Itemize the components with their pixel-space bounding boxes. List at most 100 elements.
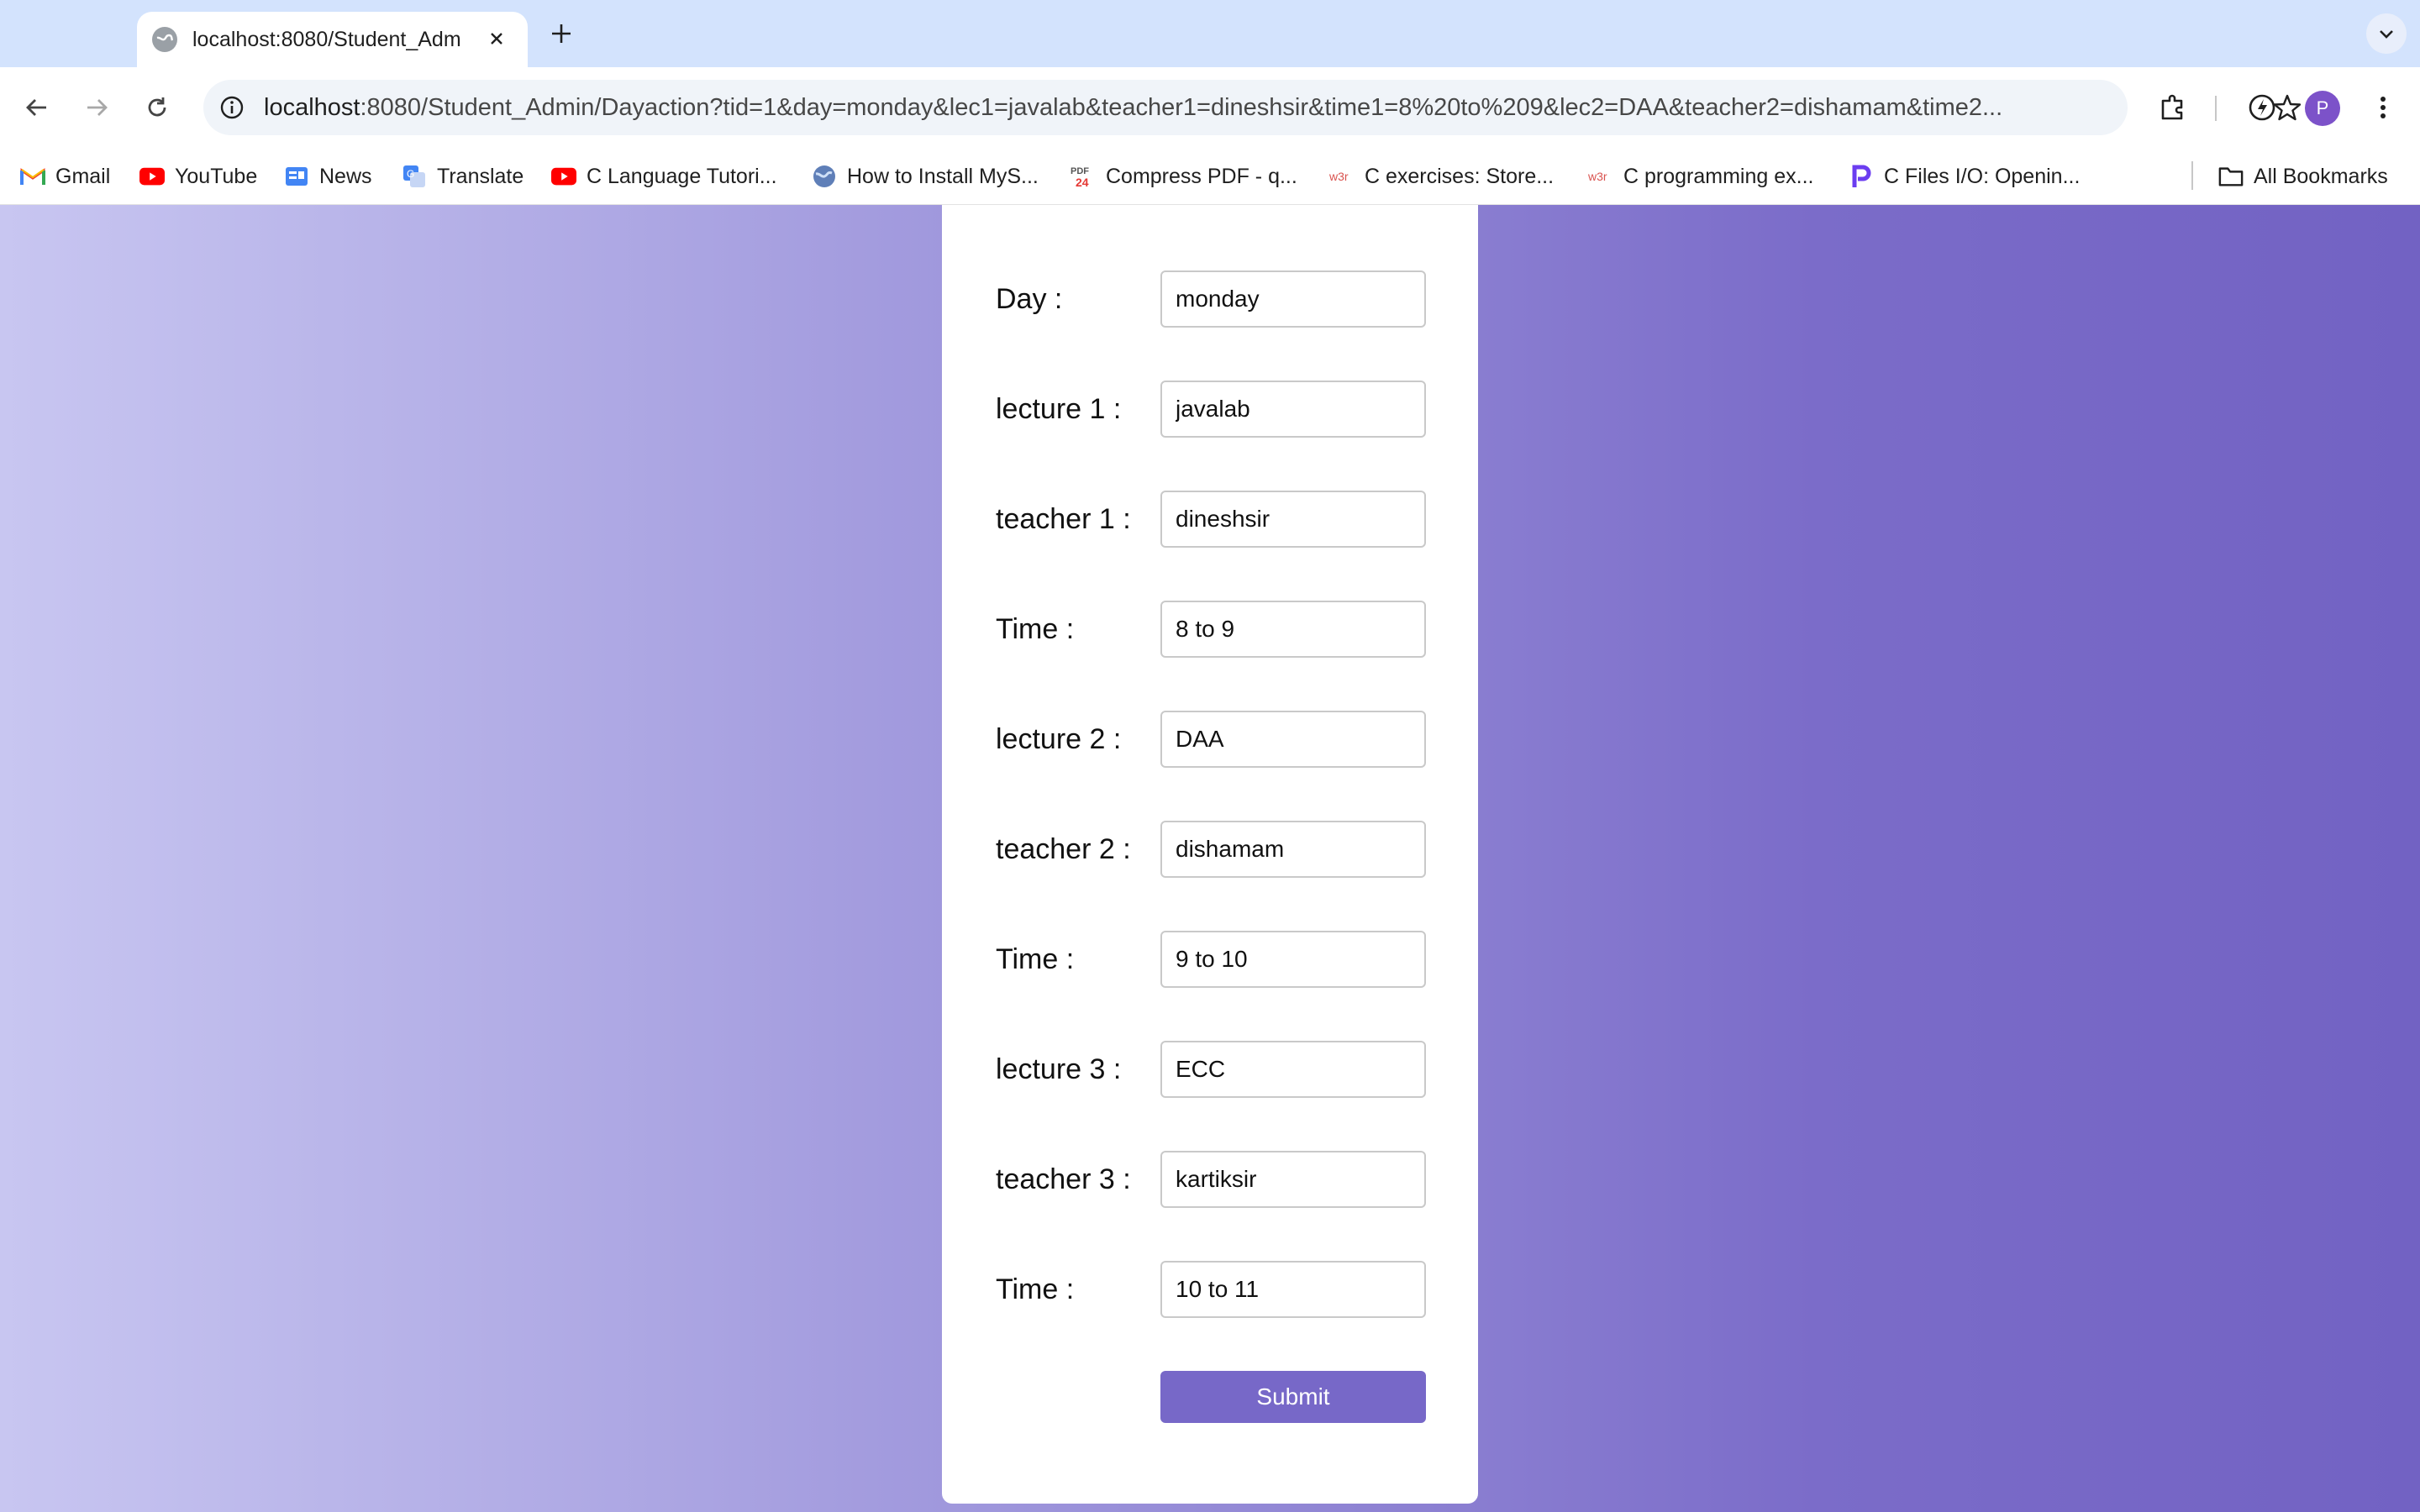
url-host: localhost	[264, 94, 360, 121]
time-3-label: Time :	[996, 1273, 1075, 1305]
site-info-icon[interactable]	[215, 91, 249, 124]
bookmark-c-programming-ex[interactable]: w3r C programming ex...	[1588, 160, 1813, 193]
form-row-time-1: Time :	[996, 601, 1433, 658]
bookmark-label: C Language Tutori...	[587, 164, 777, 188]
arrow-right-icon	[87, 99, 108, 116]
address-bar[interactable]: localhost:8080/Student_Admin/Dayaction?t…	[203, 80, 2302, 135]
plus-icon	[552, 24, 571, 43]
bookmark-label: Translate	[437, 164, 524, 188]
folder-icon	[2218, 164, 2244, 189]
teacher-3-label: teacher 3 :	[996, 1163, 1131, 1195]
time-1-input[interactable]	[1160, 601, 1426, 658]
gmail-icon	[20, 164, 45, 189]
close-icon[interactable]	[481, 24, 512, 54]
new-tab-button[interactable]	[544, 17, 578, 50]
bookmark-label: C programming ex...	[1623, 164, 1814, 188]
w3r-icon: w3r	[1588, 164, 1613, 189]
bookmark-label: C exercises: Store...	[1365, 164, 1555, 188]
teacher-2-label: teacher 2 :	[996, 833, 1131, 865]
bookmark-c-language-tutorial[interactable]: C Language Tutori...	[551, 160, 777, 193]
performance-button[interactable]	[2242, 87, 2282, 128]
programiz-icon	[1849, 164, 1874, 189]
page-background: Day : lecture 1 : teacher 1 : Time : lec…	[0, 205, 2420, 1512]
puzzle-icon	[2161, 94, 2183, 120]
profile-avatar[interactable]: P	[2305, 91, 2340, 126]
teacher-2-input[interactable]	[1160, 821, 1426, 878]
day-label: Day :	[996, 283, 1063, 315]
bookmark-label: News	[319, 164, 372, 188]
back-button[interactable]	[17, 87, 57, 128]
browser-tab[interactable]: localhost:8080/Student_Adm	[137, 12, 528, 67]
day-input[interactable]	[1160, 270, 1426, 328]
w3r-icon: w3r	[1329, 164, 1355, 189]
speedometer-icon	[2249, 94, 2275, 121]
svg-text:G: G	[407, 168, 414, 180]
news-icon	[284, 164, 309, 189]
kebab-menu-icon	[2381, 97, 2386, 118]
time-2-input[interactable]	[1160, 931, 1426, 988]
svg-text:w3r: w3r	[1588, 170, 1607, 183]
time-1-label: Time :	[996, 613, 1075, 645]
lecture-2-input[interactable]	[1160, 711, 1426, 768]
bookmark-label: C Files I/O: Openin...	[1884, 164, 2081, 188]
form-row-teacher-3: teacher 3 :	[996, 1151, 1433, 1208]
tab-strip: localhost:8080/Student_Adm	[0, 0, 2420, 67]
bookmark-label: YouTube	[175, 164, 258, 188]
menu-button[interactable]	[2363, 87, 2403, 128]
arrow-left-icon	[26, 99, 46, 116]
url-text[interactable]: localhost:8080/Student_Admin/Dayaction?t…	[264, 80, 2012, 135]
bookmark-news[interactable]: News	[284, 160, 372, 193]
form-row-time-2: Time :	[996, 931, 1433, 988]
bookmark-install-mysql[interactable]: How to Install MyS...	[812, 160, 1039, 193]
submit-button[interactable]: Submit	[1160, 1371, 1426, 1423]
bookmark-translate[interactable]: G Translate	[402, 160, 523, 193]
teacher-3-input[interactable]	[1160, 1151, 1426, 1208]
svg-text:24: 24	[1076, 176, 1089, 189]
form-row-day: Day :	[996, 270, 1433, 328]
form-row-teacher-2: teacher 2 :	[996, 821, 1433, 878]
lecture-1-label: lecture 1 :	[996, 393, 1122, 425]
toolbar-divider	[2215, 96, 2217, 121]
reload-button[interactable]	[137, 87, 177, 128]
svg-text:w3r: w3r	[1329, 170, 1349, 183]
form-row-lecture-1: lecture 1 :	[996, 381, 1433, 438]
bookmarks-bar: Gmail YouTube News G Translate C Languag…	[0, 148, 2420, 205]
bookmark-label: Gmail	[55, 164, 111, 188]
forward-button[interactable]	[76, 87, 117, 128]
youtube-icon	[139, 164, 165, 189]
browser-toolbar: localhost:8080/Student_Admin/Dayaction?t…	[0, 67, 2420, 148]
timetable-form-card: Day : lecture 1 : teacher 1 : Time : lec…	[942, 205, 1478, 1504]
youtube-icon	[551, 164, 576, 189]
lecture-3-input[interactable]	[1160, 1041, 1426, 1098]
form-row-teacher-1: teacher 1 :	[996, 491, 1433, 548]
bookmark-label: How to Install MyS...	[847, 164, 1039, 188]
form-row-time-3: Time :	[996, 1261, 1433, 1318]
form-row-lecture-3: lecture 3 :	[996, 1041, 1433, 1098]
globe-icon	[812, 164, 837, 189]
extensions-button[interactable]	[2153, 87, 2193, 128]
bookmark-gmail[interactable]: Gmail	[20, 160, 110, 193]
pdf24-icon: PDF 24	[1071, 164, 1096, 189]
lecture-3-label: lecture 3 :	[996, 1053, 1122, 1085]
bookmark-c-files-io[interactable]: C Files I/O: Openin...	[1849, 160, 2080, 193]
bookmark-compress-pdf[interactable]: PDF 24 Compress PDF - q...	[1071, 160, 1297, 193]
time-3-input[interactable]	[1160, 1261, 1426, 1318]
globe-icon	[152, 27, 177, 52]
tab-search-button[interactable]	[2366, 13, 2407, 54]
bookmarks-divider	[2191, 161, 2193, 190]
all-bookmarks-label: All Bookmarks	[2254, 164, 2388, 188]
reload-icon	[148, 97, 166, 117]
tab-title: localhost:8080/Student_Adm	[192, 28, 461, 51]
time-2-label: Time :	[996, 943, 1075, 975]
all-bookmarks-button[interactable]: All Bookmarks	[2218, 160, 2388, 193]
teacher-1-input[interactable]	[1160, 491, 1426, 548]
bookmark-label: Compress PDF - q...	[1106, 164, 1297, 188]
lecture-2-label: lecture 2 :	[996, 723, 1122, 755]
bookmark-c-exercises[interactable]: w3r C exercises: Store...	[1329, 160, 1554, 193]
translate-icon: G	[402, 164, 427, 189]
chevron-down-icon	[2380, 30, 2393, 39]
teacher-1-label: teacher 1 :	[996, 503, 1131, 535]
bookmark-youtube[interactable]: YouTube	[139, 160, 257, 193]
lecture-1-input[interactable]	[1160, 381, 1426, 438]
form-row-lecture-2: lecture 2 :	[996, 711, 1433, 768]
